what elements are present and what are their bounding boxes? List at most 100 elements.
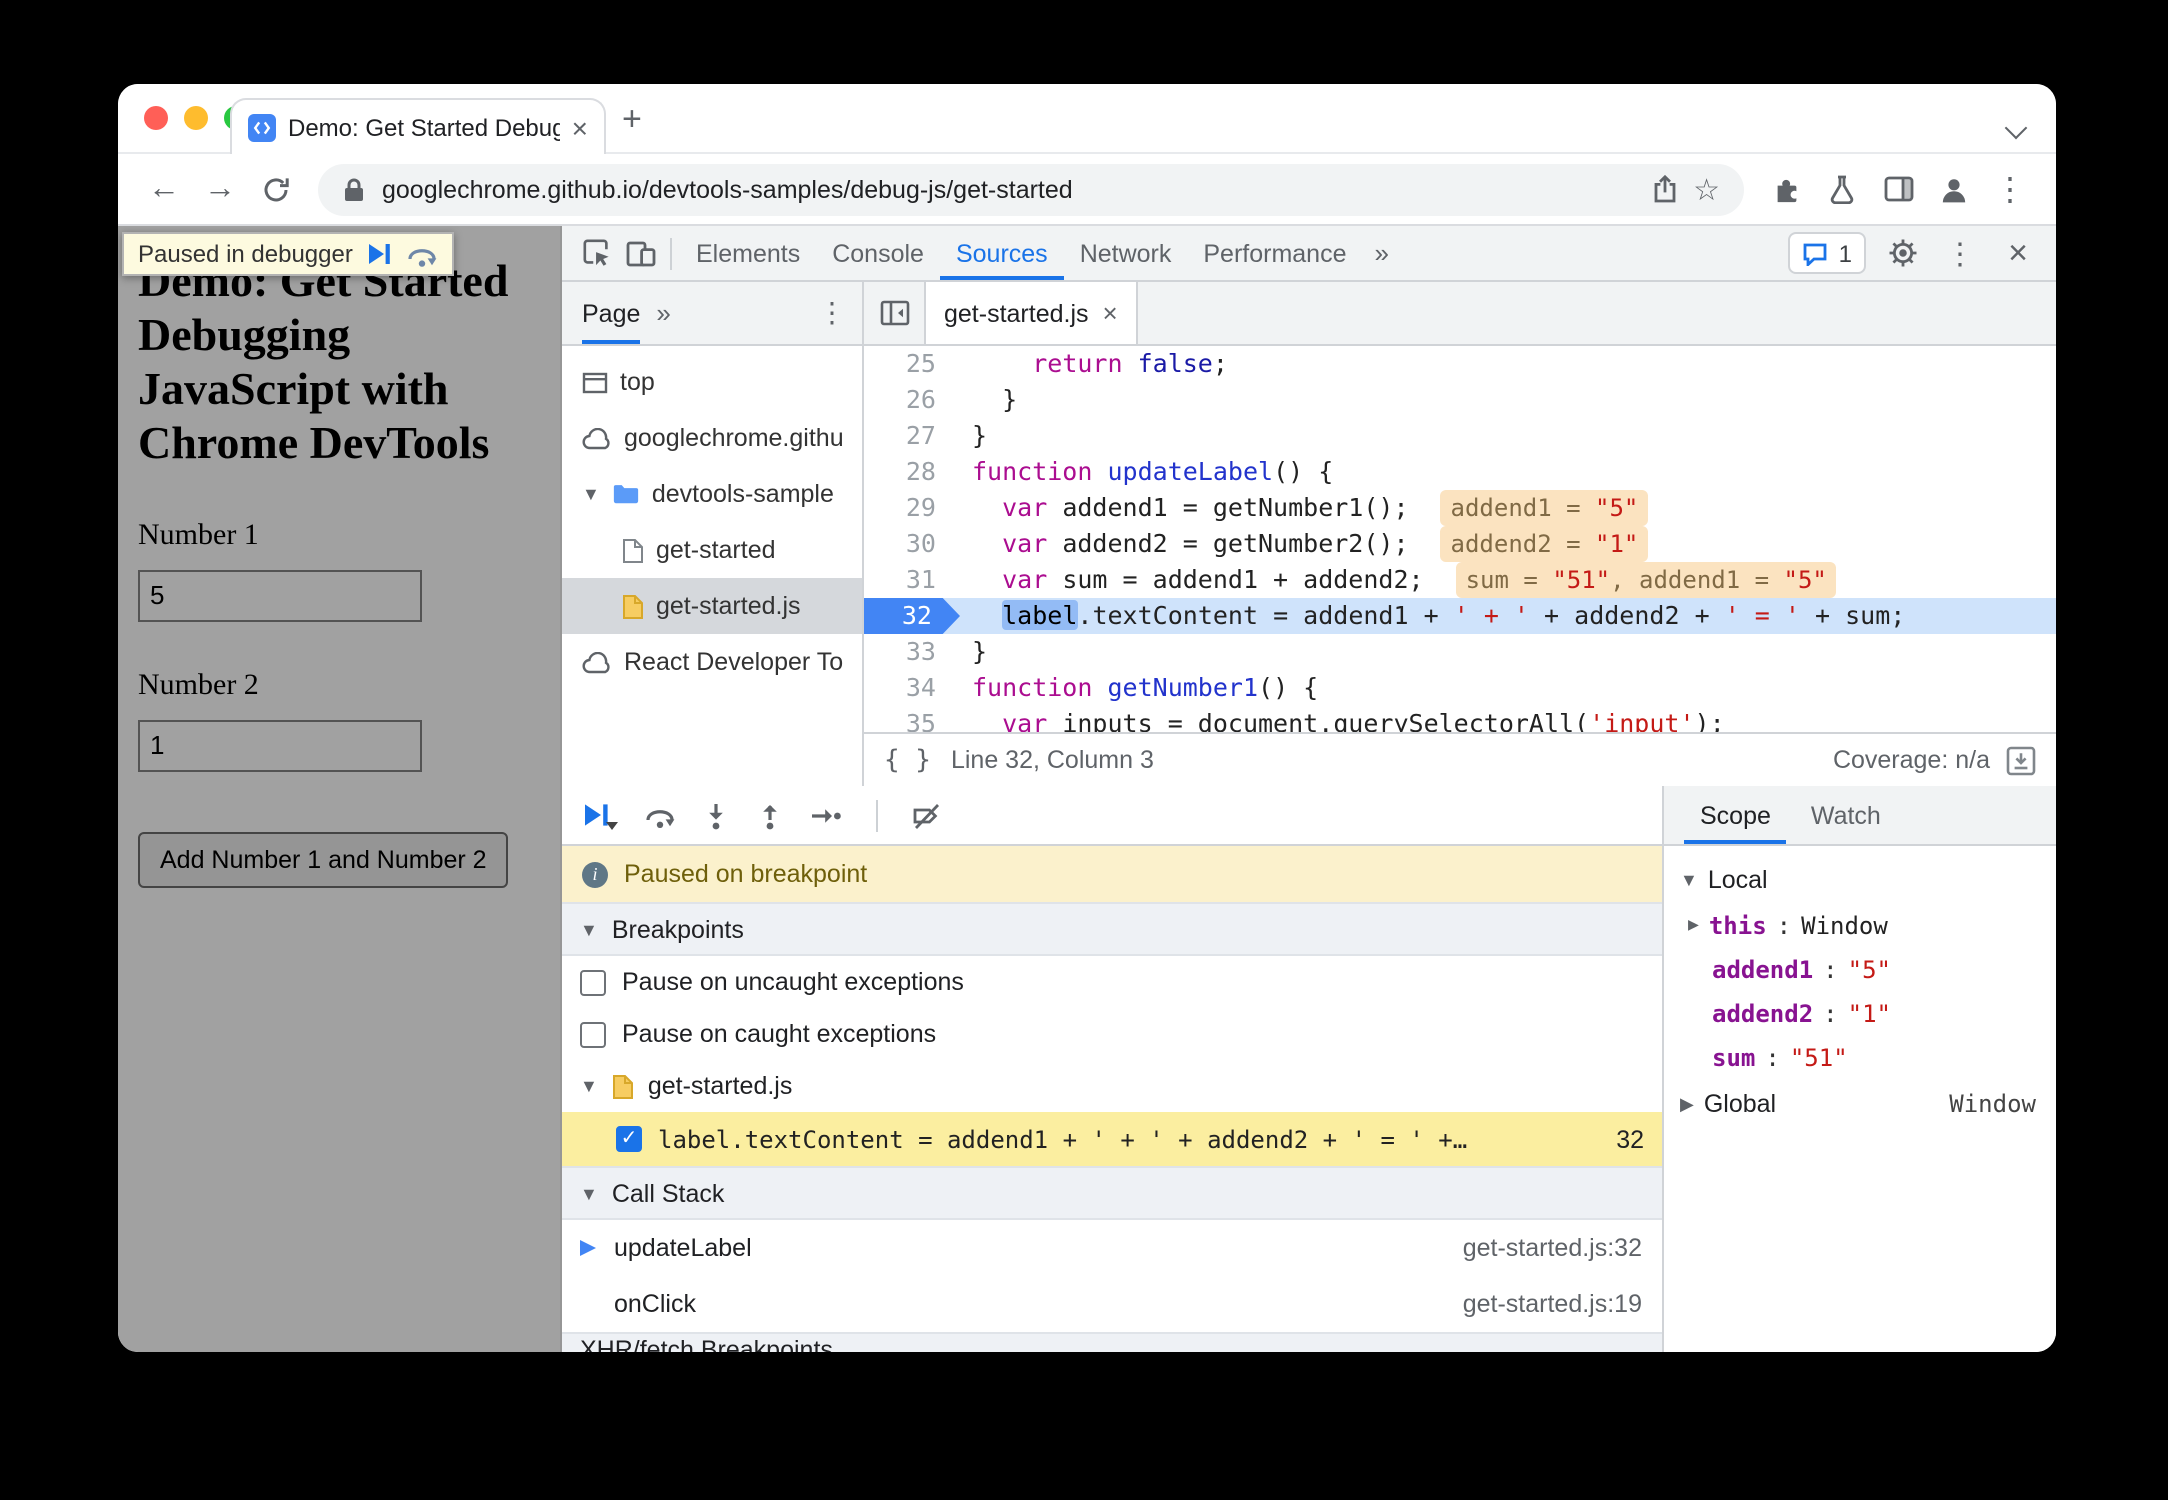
nav-item-top[interactable]: top bbox=[562, 354, 862, 410]
navigator-tab-page[interactable]: Page bbox=[582, 282, 640, 344]
navigator-more-tabs-icon[interactable]: » bbox=[656, 298, 670, 328]
tab-scope[interactable]: Scope bbox=[1684, 786, 1787, 844]
code-line-27[interactable]: 27} bbox=[864, 418, 2056, 454]
pause-caught-row[interactable]: Pause on caught exceptions bbox=[562, 1008, 1662, 1060]
devtools-tab-console[interactable]: Console bbox=[816, 226, 940, 280]
issues-chip[interactable]: 1 bbox=[1788, 232, 1866, 274]
collapse-triangle-icon[interactable]: ▼ bbox=[580, 919, 598, 939]
code-line-31[interactable]: 31 var sum = addend1 + addend2; sum = "51… bbox=[864, 562, 2056, 598]
code-editor[interactable]: 25 return false; 26 } 27} 28 function update… bbox=[864, 346, 2056, 732]
share-icon[interactable] bbox=[1651, 174, 1677, 204]
scope-global-header[interactable]: ▶ Global Window bbox=[1664, 1080, 2056, 1128]
breakpoint-file-group[interactable]: ▼ get-started.js bbox=[562, 1060, 1662, 1112]
step-over-button[interactable] bbox=[644, 801, 676, 829]
number1-input[interactable] bbox=[138, 569, 422, 621]
devtools-tab-performance[interactable]: Performance bbox=[1187, 226, 1362, 280]
extensions-puzzle-icon[interactable] bbox=[1760, 163, 1812, 215]
format-code-icon[interactable]: { } bbox=[884, 745, 931, 775]
url-text[interactable]: googlechrome.github.io/devtools-samples/… bbox=[382, 175, 1635, 203]
address-bar[interactable]: googlechrome.github.io/devtools-samples/… bbox=[318, 163, 1744, 215]
step-into-button[interactable] bbox=[702, 801, 730, 829]
step-button[interactable] bbox=[810, 801, 842, 829]
disclosure-triangle-icon[interactable]: ▼ bbox=[1680, 870, 1698, 890]
inspect-element-icon[interactable] bbox=[574, 231, 618, 275]
profile-avatar-icon[interactable] bbox=[1928, 163, 1980, 215]
scope-var-addend2[interactable]: addend2: "1" bbox=[1664, 992, 2056, 1036]
resume-script-icon[interactable] bbox=[367, 242, 393, 266]
devtools-tab-network[interactable]: Network bbox=[1064, 226, 1188, 280]
code-line-34[interactable]: 34 function getNumber1() { bbox=[864, 670, 2056, 706]
nav-item-get-started-js[interactable]: get-started.js bbox=[562, 578, 862, 634]
bookmark-star-icon[interactable]: ☆ bbox=[1693, 171, 1720, 207]
group-triangle-icon[interactable]: ▼ bbox=[580, 1076, 598, 1096]
line-number-27[interactable]: 27 bbox=[864, 418, 960, 454]
code-line-30[interactable]: 30 var addend2 = getNumber2(); addend2 = … bbox=[864, 526, 2056, 562]
line-number-33[interactable]: 33 bbox=[864, 634, 960, 670]
callstack-frame-onclick[interactable]: onClick get-started.js:19 bbox=[562, 1276, 1662, 1332]
line-number-26[interactable]: 26 bbox=[864, 382, 960, 418]
coverage-icon[interactable] bbox=[2006, 745, 2036, 775]
browser-menu-icon[interactable]: ⋮ bbox=[1984, 163, 2036, 215]
add-button[interactable]: Add Number 1 and Number 2 bbox=[138, 831, 509, 887]
code-line-32[interactable]: 32 label.textContent = addend1 + ' + ' +… bbox=[864, 598, 2056, 634]
line-number-31[interactable]: 31 bbox=[864, 562, 960, 598]
code-line-28[interactable]: 28 function updateLabel() { bbox=[864, 454, 2056, 490]
side-panel-icon[interactable] bbox=[1872, 163, 1924, 215]
pause-uncaught-checkbox[interactable] bbox=[580, 969, 606, 995]
devtools-menu-icon[interactable]: ⋮ bbox=[1938, 231, 1982, 275]
disclosure-triangle-icon[interactable]: ▼ bbox=[582, 484, 600, 504]
expand-triangle-icon[interactable]: ▶ bbox=[1688, 916, 1699, 936]
step-out-button[interactable] bbox=[756, 801, 784, 829]
expand-triangle-icon[interactable]: ▶ bbox=[1680, 1093, 1694, 1115]
editor-tab-close-icon[interactable]: × bbox=[1103, 298, 1118, 328]
scope-local-header[interactable]: ▼ Local bbox=[1664, 856, 2056, 904]
code-line-26[interactable]: 26 } bbox=[864, 382, 2056, 418]
scope-var-addend1[interactable]: addend1: "5" bbox=[1664, 948, 2056, 992]
breakpoint-entry[interactable]: ✓ label.textContent = addend1 + ' + ' + … bbox=[562, 1112, 1662, 1166]
line-number-28[interactable]: 28 bbox=[864, 454, 960, 490]
collapse-triangle-icon[interactable]: ▼ bbox=[580, 1183, 598, 1203]
tab-watch[interactable]: Watch bbox=[1795, 786, 1897, 844]
nav-item-devtools-sample[interactable]: ▼ devtools-sample bbox=[562, 466, 862, 522]
beaker-icon[interactable] bbox=[1816, 163, 1868, 215]
tab-search-chevron-icon[interactable] bbox=[2004, 110, 2028, 146]
resume-script-button[interactable] bbox=[582, 801, 618, 829]
callstack-frame-updatelabel[interactable]: updateLabel get-started.js:32 bbox=[562, 1220, 1662, 1276]
pause-uncaught-row[interactable]: Pause on uncaught exceptions bbox=[562, 956, 1662, 1008]
nav-item-googlechrome-githu[interactable]: googlechrome.githu bbox=[562, 410, 862, 466]
devtools-tab-elements[interactable]: Elements bbox=[680, 226, 816, 280]
code-line-35[interactable]: 35 var inputs = document.querySelectorAl… bbox=[864, 706, 2056, 732]
reload-button[interactable] bbox=[250, 163, 302, 215]
devtools-tab-sources[interactable]: Sources bbox=[940, 226, 1064, 280]
pause-caught-checkbox[interactable] bbox=[580, 1021, 606, 1047]
nav-item-react-developer-to[interactable]: React Developer To bbox=[562, 634, 862, 690]
devtools-close-icon[interactable]: × bbox=[1996, 231, 2040, 275]
minimize-window-button[interactable] bbox=[184, 106, 208, 130]
call-stack-section-header[interactable]: ▼ Call Stack bbox=[562, 1166, 1662, 1220]
forward-button[interactable]: → bbox=[194, 163, 246, 215]
line-number-35[interactable]: 35 bbox=[864, 706, 960, 732]
line-number-30[interactable]: 30 bbox=[864, 526, 960, 562]
hide-navigator-icon[interactable] bbox=[864, 282, 924, 344]
line-number-25[interactable]: 25 bbox=[864, 346, 960, 382]
breakpoint-checkbox[interactable]: ✓ bbox=[616, 1126, 642, 1152]
navigator-menu-icon[interactable]: ⋮ bbox=[818, 296, 846, 330]
breakpoints-section-header[interactable]: ▼ Breakpoints bbox=[562, 902, 1662, 956]
tab-close-icon[interactable]: × bbox=[572, 113, 588, 141]
device-toolbar-icon[interactable] bbox=[618, 231, 662, 275]
code-line-33[interactable]: 33} bbox=[864, 634, 2056, 670]
scope-var-sum[interactable]: sum: "51" bbox=[1664, 1036, 2056, 1080]
editor-tab-get-started-js[interactable]: get-started.js × bbox=[924, 282, 1138, 344]
back-button[interactable]: ← bbox=[138, 163, 190, 215]
step-over-icon[interactable] bbox=[407, 241, 439, 267]
scope-var-this[interactable]: ▶ this: Window bbox=[1664, 904, 2056, 948]
code-line-29[interactable]: 29 var addend1 = getNumber1(); addend1 = … bbox=[864, 490, 2056, 526]
new-tab-button[interactable]: + bbox=[622, 100, 642, 140]
close-window-button[interactable] bbox=[144, 106, 168, 130]
deactivate-breakpoints-button[interactable] bbox=[912, 801, 942, 829]
browser-tab[interactable]: Demo: Get Started Debugging × bbox=[230, 98, 606, 154]
nav-item-get-started[interactable]: get-started bbox=[562, 522, 862, 578]
number2-input[interactable] bbox=[138, 719, 422, 771]
line-number-29[interactable]: 29 bbox=[864, 490, 960, 526]
settings-gear-icon[interactable] bbox=[1880, 231, 1924, 275]
